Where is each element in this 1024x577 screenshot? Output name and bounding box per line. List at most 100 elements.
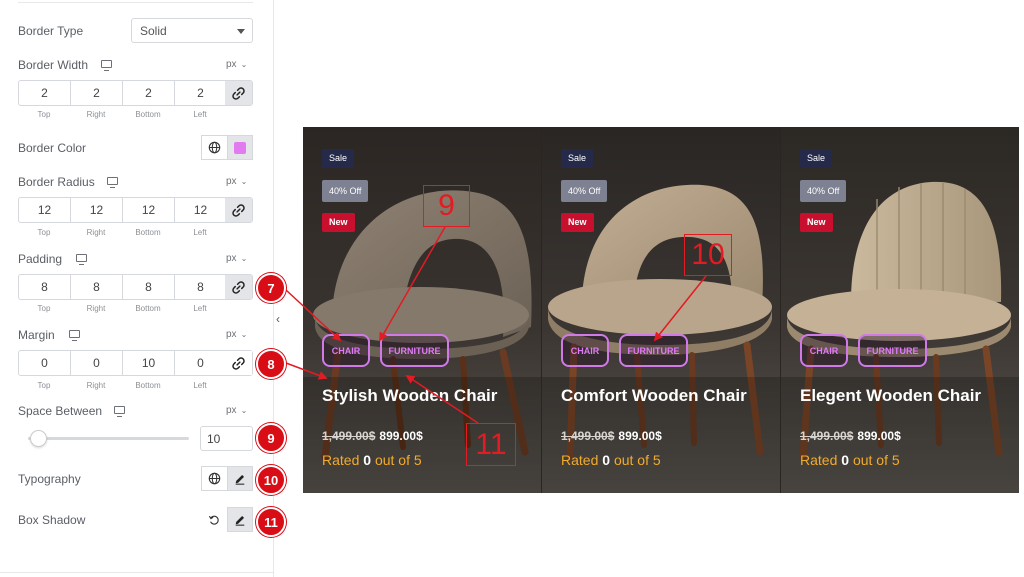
margin-unit[interactable]: px ⌄ [226,329,247,340]
padding-unit[interactable]: px ⌄ [226,253,247,264]
border-width-right[interactable]: 2 [71,81,123,105]
monitor-icon[interactable] [107,177,118,188]
dim-label-top: Top [37,381,51,390]
border-width-unit[interactable]: px ⌄ [226,59,247,70]
padding-right[interactable]: 8 [71,275,123,299]
link-values-button[interactable] [225,275,252,299]
product-rating: Rated 0 out of 5 [800,452,900,468]
old-price: 1,499.00$ [800,429,854,443]
rating-value: 0 [841,452,850,468]
link-icon [232,203,245,217]
new-badge: New [561,213,594,232]
discount-badge: 40% Off [561,180,608,202]
step-marker-10: 10 [256,465,286,495]
category-chip-chair[interactable]: CHAIR [800,334,848,367]
typography-label: Typography [18,472,81,486]
chevron-down-icon: ⌄ [240,330,248,339]
collapse-panel-chevron-icon[interactable]: ‹ [276,312,280,326]
divider [18,2,253,3]
dim-label-left: Left [193,304,207,313]
pencil-icon [235,474,245,485]
current-price: 899.00$ [379,429,423,443]
product-card[interactable]: Sale 40% Off New CHAIR FURNITURE Elegent… [781,127,1019,493]
box-shadow-label: Box Shadow [18,513,86,527]
dim-label-top: Top [37,304,51,313]
padding-top[interactable]: 8 [19,275,71,299]
border-radius-label: Border Radius [18,175,95,189]
dim-label-left: Left [193,381,207,390]
margin-left[interactable]: 0 [175,351,227,375]
product-card[interactable]: Sale 40% Off New CHAIR FURNITURE Comfort… [542,127,780,493]
product-price: 1,499.00$ 899.00$ [322,429,423,443]
padding-bottom[interactable]: 8 [123,275,175,299]
current-price: 899.00$ [857,429,901,443]
link-values-button[interactable] [225,198,252,222]
sale-badge: Sale [561,149,594,168]
discount-badge: 40% Off [800,180,847,202]
monitor-icon[interactable] [114,406,125,417]
product-price: 1,499.00$ 899.00$ [561,429,662,443]
divider [0,572,274,573]
product-rating: Rated 0 out of 5 [561,452,661,468]
product-title[interactable]: Comfort Wooden Chair [561,386,747,406]
product-title[interactable]: Stylish Wooden Chair [322,386,497,406]
border-radius-unit[interactable]: px ⌄ [226,176,247,187]
unit-label: px [226,405,237,416]
dim-label-top: Top [37,110,51,119]
global-colors-button[interactable] [201,135,227,160]
padding-left[interactable]: 8 [175,275,227,299]
reset-icon [208,515,219,525]
callout-box-11: 11 [466,423,516,466]
border-radius-right[interactable]: 12 [71,198,123,222]
margin-label: Margin [18,328,55,342]
edit-box-shadow-button[interactable] [227,507,253,532]
link-icon [232,86,245,100]
dim-label-right: Right [86,304,106,313]
space-between-slider-track[interactable] [28,437,189,440]
dim-label-bottom: Bottom [135,381,161,390]
margin-top[interactable]: 0 [19,351,71,375]
category-chip-furniture[interactable]: FURNITURE [858,334,927,367]
border-width-top[interactable]: 2 [19,81,71,105]
link-values-button[interactable] [225,351,252,375]
border-radius-bottom[interactable]: 12 [123,198,175,222]
border-type-label: Border Type [18,24,84,38]
border-type-select[interactable]: Solid [131,18,253,43]
monitor-icon[interactable] [69,330,80,341]
space-between-unit[interactable]: px ⌄ [226,405,247,416]
new-badge: New [800,213,833,232]
callout-box-9: 9 [423,185,470,227]
pencil-icon [235,515,245,526]
step-marker-11: 11 [256,507,286,537]
link-icon [232,356,245,370]
dim-label-bottom: Bottom [135,228,161,237]
border-width-left[interactable]: 2 [175,81,227,105]
monitor-icon[interactable] [101,60,112,71]
category-chip-furniture[interactable]: FURNITURE [619,334,688,367]
border-color-label: Border Color [18,141,87,155]
category-chip-chair[interactable]: CHAIR [322,334,370,367]
space-between-input[interactable]: 10 [200,426,253,451]
globe-icon [208,141,221,154]
border-radius-top[interactable]: 12 [19,198,71,222]
category-chip-chair[interactable]: CHAIR [561,334,609,367]
caret-down-icon [237,29,245,34]
space-between-slider-handle[interactable] [29,430,47,447]
link-values-button[interactable] [225,81,252,105]
callout-box-10: 10 [684,234,732,276]
rating-suffix: out of 5 [374,452,422,468]
border-width-inputs: 2 2 2 2 [18,80,253,106]
global-typography-button[interactable] [201,466,227,491]
padding-inputs: 8 8 8 8 [18,274,253,300]
margin-right[interactable]: 0 [71,351,123,375]
category-chip-furniture[interactable]: FURNITURE [380,334,449,367]
old-price: 1,499.00$ [561,429,615,443]
border-radius-left[interactable]: 12 [175,198,227,222]
border-width-bottom[interactable]: 2 [123,81,175,105]
reset-box-shadow-button[interactable] [201,507,227,532]
edit-typography-button[interactable] [227,466,253,491]
border-color-picker[interactable] [227,135,253,160]
monitor-icon[interactable] [76,254,87,265]
margin-bottom[interactable]: 10 [123,351,175,375]
product-title[interactable]: Elegent Wooden Chair [800,386,981,406]
